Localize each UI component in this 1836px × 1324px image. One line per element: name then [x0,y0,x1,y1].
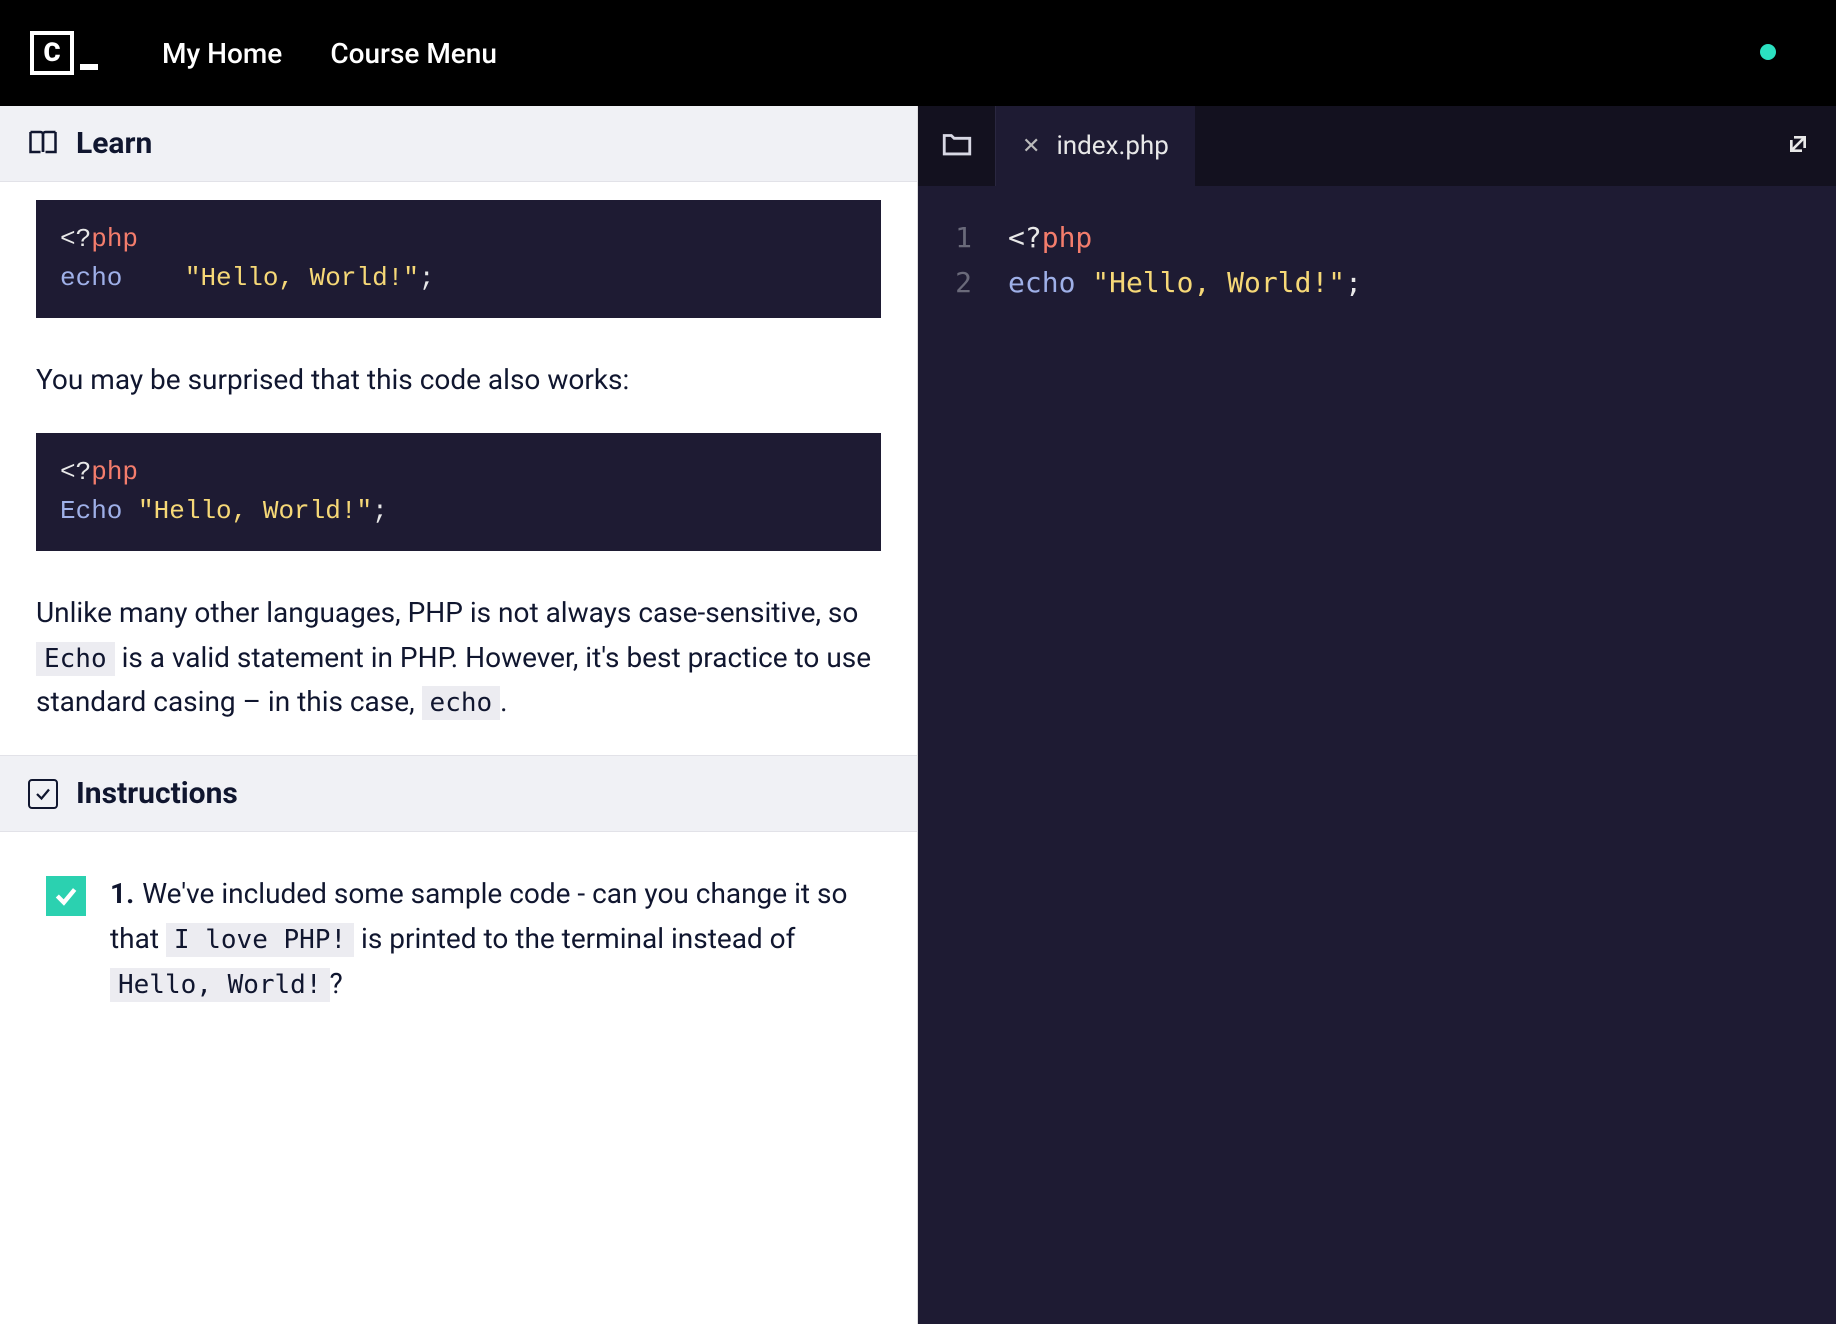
lesson-scroll[interactable]: <?php echo "Hello, World!"; You may be s… [0,182,917,1324]
lesson-paragraph-2: Unlike many other languages, PHP is not … [36,591,881,725]
instruction-check-icon [46,876,86,916]
editor-tabs: ✕ index.php [918,106,1836,186]
check-outline-icon [28,779,58,809]
code-token: ; [1345,266,1362,299]
code-lines: <?php echo "Hello, World!"; [988,216,1362,306]
instruction-1-text: 1.We've included some sample code - can … [110,872,881,1006]
code-token: Echo [60,496,122,526]
code-sample-1: <?php echo "Hello, World!"; [36,200,881,318]
code-token: echo [1008,266,1092,299]
inline-code-echo-cap: Echo [36,642,115,676]
file-browser-button[interactable] [918,106,996,186]
code-line-2: echo "Hello, World!"; [1008,261,1362,306]
text: is printed to the terminal instead of [354,922,795,955]
close-tab-icon[interactable]: ✕ [1022,134,1040,159]
logo-letter: C [30,31,74,75]
instructions-header: Instructions [0,755,917,832]
code-sample-2: <?php Echo "Hello, World!"; [36,433,881,551]
learn-header: Learn [0,106,917,182]
code-token: "Hello, World!" [185,263,419,293]
code-token: <? [60,224,91,254]
topbar: C My Home Course Menu [0,0,1836,106]
expand-editor-button[interactable] [1782,128,1814,164]
code-token: "Hello, World!" [1092,266,1345,299]
code-token: echo [60,263,122,293]
lesson-content: <?php echo "Hello, World!"; You may be s… [0,200,917,725]
code-token [122,263,184,293]
code-line-1: <?php [1008,216,1362,261]
nav-links: My Home Course Menu [162,37,497,70]
line-number: 2 [918,261,972,306]
editor-pane: ✕ index.php 1 2 <?php echo "Hello, World… [918,106,1836,1324]
code-token: "Hello, World!" [138,496,372,526]
lesson-pane: Learn <?php echo "Hello, World!"; You ma… [0,106,918,1324]
code-token: php [91,224,138,254]
status-indicator-icon [1760,44,1776,60]
instruction-1: 1.We've included some sample code - can … [0,832,917,1026]
lesson-paragraph-1: You may be surprised that this code also… [36,358,881,403]
logo[interactable]: C [30,29,102,77]
tab-filename: index.php [1056,131,1168,161]
code-token: <? [60,457,91,487]
instructions-title: Instructions [76,776,238,811]
folder-icon [940,127,974,165]
nav-my-home[interactable]: My Home [162,37,282,70]
inline-code-target: I love PHP! [166,923,354,957]
main-split: Learn <?php echo "Hello, World!"; You ma… [0,106,1836,1324]
book-icon [28,127,58,161]
instruction-number: 1. [110,877,134,910]
inline-code-echo-lower: echo [422,686,501,720]
text: ? [330,967,343,1000]
nav-course-menu[interactable]: Course Menu [330,37,497,70]
code-token: ; [419,263,435,293]
code-token: ; [372,496,388,526]
text: . [500,685,507,718]
expand-icon [1782,145,1814,164]
code-token: php [1042,221,1093,254]
inline-code-original: Hello, World! [110,968,330,1002]
line-number: 1 [918,216,972,261]
text: Unlike many other languages, PHP is not … [36,596,858,629]
code-token: <? [1008,221,1042,254]
code-editor[interactable]: 1 2 <?php echo "Hello, World!"; [918,186,1836,306]
logo-underscore-icon [80,64,98,70]
line-gutter: 1 2 [918,216,988,306]
tab-index-php[interactable]: ✕ index.php [996,106,1195,186]
code-token: php [91,457,138,487]
learn-title: Learn [76,126,152,161]
